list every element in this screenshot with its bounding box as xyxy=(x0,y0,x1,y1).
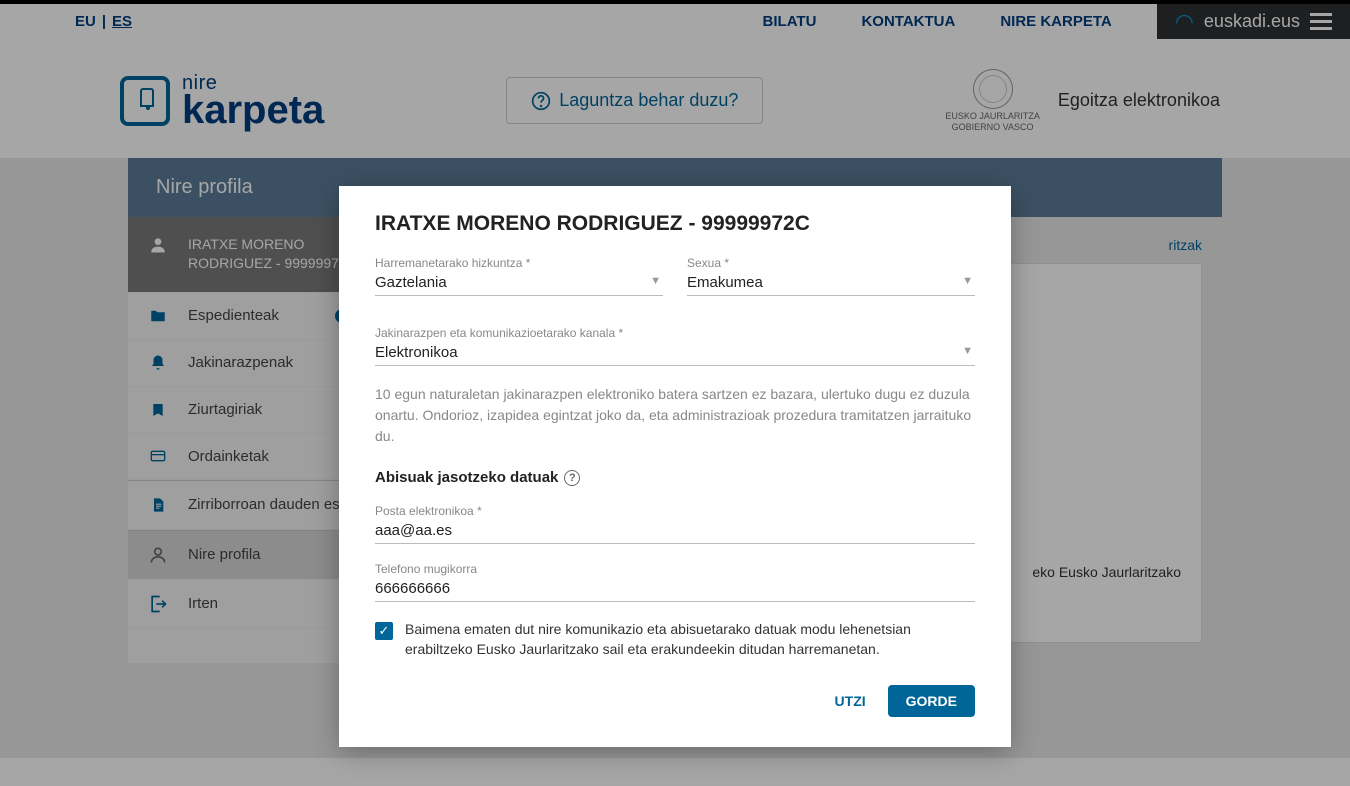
subtitle-text: Abisuak jasotzeko datuak xyxy=(375,469,558,486)
form-row-1: Harremanetarako hizkuntza * Gaztelania ▼… xyxy=(375,256,975,314)
consent-checkbox[interactable]: ✓ xyxy=(375,622,393,640)
email-field[interactable]: Posta elektronikoa * xyxy=(375,504,975,544)
language-field[interactable]: Harremanetarako hizkuntza * Gaztelania ▼ xyxy=(375,256,663,296)
chevron-down-icon: ▼ xyxy=(962,345,973,357)
language-value: Gaztelania xyxy=(375,274,663,291)
modal-actions: UTZI GORDE xyxy=(375,685,975,717)
channel-value: Elektronikoa xyxy=(375,344,975,361)
modal-title: IRATXE MORENO RODRIGUEZ - 99999972C xyxy=(375,212,975,236)
sex-value: Emakumea xyxy=(687,274,975,291)
phone-field[interactable]: Telefono mugikorra xyxy=(375,562,975,602)
section-subtitle: Abisuak jasotzeko datuak ? xyxy=(375,469,975,486)
email-input[interactable] xyxy=(375,522,975,539)
consent-row: ✓ Baimena ematen dut nire komunikazio et… xyxy=(375,620,975,659)
consent-text: Baimena ematen dut nire komunikazio eta … xyxy=(405,620,975,659)
channel-info-text: 10 egun naturaletan jakinarazpen elektro… xyxy=(375,384,975,447)
help-question-icon[interactable]: ? xyxy=(564,470,580,486)
profile-edit-modal: IRATXE MORENO RODRIGUEZ - 99999972C Harr… xyxy=(339,186,1011,747)
phone-input[interactable] xyxy=(375,580,975,597)
sex-field[interactable]: Sexua * Emakumea ▼ xyxy=(687,256,975,296)
save-button[interactable]: GORDE xyxy=(888,685,975,717)
sex-label: Sexua * xyxy=(687,256,975,270)
email-label: Posta elektronikoa * xyxy=(375,504,975,518)
chevron-down-icon: ▼ xyxy=(650,275,661,287)
phone-label: Telefono mugikorra xyxy=(375,562,975,576)
cancel-button[interactable]: UTZI xyxy=(835,693,866,709)
chevron-down-icon: ▼ xyxy=(962,275,973,287)
modal-overlay: IRATXE MORENO RODRIGUEZ - 99999972C Harr… xyxy=(0,0,1350,786)
language-label: Harremanetarako hizkuntza * xyxy=(375,256,663,270)
channel-label: Jakinarazpen eta komunikazioetarako kana… xyxy=(375,326,975,340)
channel-field[interactable]: Jakinarazpen eta komunikazioetarako kana… xyxy=(375,326,975,366)
